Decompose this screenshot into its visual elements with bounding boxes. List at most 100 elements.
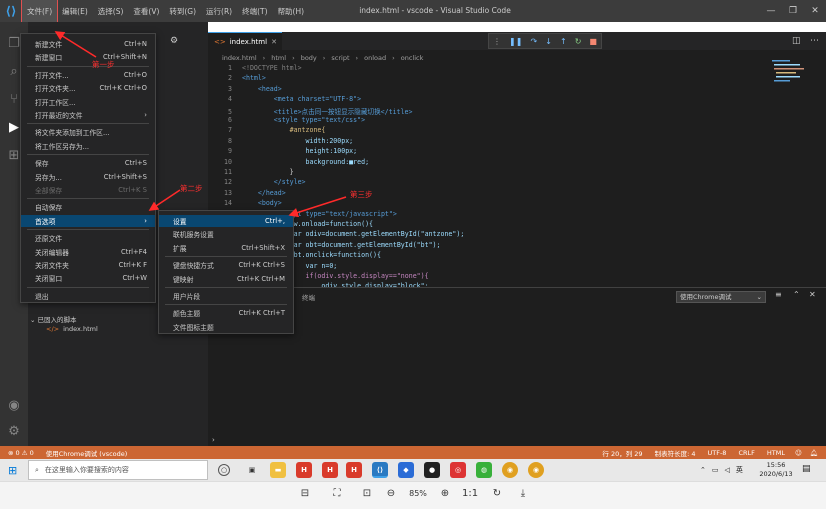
menu-item[interactable]: 关闭文件夹 Ctrl+K F [21,259,155,271]
menu-go[interactable]: 转到(G) [164,0,201,22]
code-line[interactable]: 6 <style type="text/css"> [212,116,365,126]
panel-close-icon[interactable]: ✕ [809,290,816,299]
code-line[interactable]: 13 </head> [212,189,286,199]
taskbar-search[interactable]: ⌕ 在这里输入你要搜索的内容 [28,460,208,480]
zoom-out-icon[interactable]: ⊖ [384,487,398,501]
status-encoding[interactable]: UTF-8 [707,449,726,457]
menu-item[interactable]: 新建窗口 Ctrl+Shift+N [21,51,155,63]
menu-item[interactable]: 关闭编辑器 Ctrl+F4 [21,246,155,258]
menu-item[interactable]: 打开文件... Ctrl+O [21,69,155,81]
wechat-icon[interactable]: ◍ [476,462,492,478]
clear-console-icon[interactable]: ≡ [775,290,782,299]
menu-item[interactable]: 将工作区另存为... [21,140,155,152]
code-line[interactable]: 14 <body> [212,199,282,209]
breadcrumb-item[interactable]: html [271,54,286,62]
code-line[interactable]: 4 <meta charset="UTF-8"> [212,95,361,105]
actual-size-icon[interactable]: ⊡ [360,487,374,501]
notifications-icon[interactable]: 🔔︎ [810,449,818,457]
taskbar-clock[interactable]: 15:56 2020/6/13 [756,461,796,479]
more-actions-icon[interactable]: ⋯ [810,36,819,46]
menu-item[interactable]: 打开文件夹... Ctrl+K Ctrl+O [21,82,155,94]
menu-item[interactable]: 全部保存 Ctrl+K S [21,184,155,196]
qq-icon[interactable]: ● [424,462,440,478]
feedback-icon[interactable]: ☺ [795,449,802,457]
menu-item[interactable]: 扩展 Ctrl+Shift+X [159,242,293,254]
status-language[interactable]: HTML [767,449,785,457]
menu-view[interactable]: 查看(V) [128,0,164,22]
menu-item[interactable]: 键盘快捷方式 Ctrl+K Ctrl+S [159,259,293,271]
menu-item[interactable]: 还原文件 [21,232,155,244]
drag-handle-icon[interactable]: ⋮ [493,37,501,46]
menu-help[interactable]: 帮助(H) [273,0,310,22]
tab-close-icon[interactable]: ✕ [271,38,277,46]
chrome-icon-2[interactable]: ◉ [528,462,544,478]
rotate-icon[interactable]: ↻ [490,487,504,501]
account-icon[interactable]: ◉ [6,398,22,414]
code-line[interactable]: 1 <!DOCTYPE html> [212,64,302,74]
code-line[interactable]: 5 <title>点击同一按钮显示隐藏切换</title> [212,106,412,116]
app-icon-red-1[interactable]: H [296,462,312,478]
code-line[interactable]: 10 background:■red; [212,158,369,168]
step-out-icon[interactable]: ↑ [560,37,567,46]
menu-item[interactable]: 退出 [21,290,155,302]
code-line[interactable]: 9 height:100px; [212,147,357,157]
menu-item[interactable]: 联机服务设置 [159,228,293,240]
step-over-icon[interactable]: ↷ [530,37,537,46]
fullscreen-icon[interactable]: ⛶ [330,487,344,501]
stop-icon[interactable]: ■ [589,37,597,46]
code-line[interactable]: 2 <html> [212,74,266,84]
breadcrumb-item[interactable]: script [331,54,349,62]
menu-item[interactable]: 保存 Ctrl+S [21,157,155,169]
menu-item[interactable]: 打开最近的文件 › [21,109,155,121]
menu-item[interactable]: 自动保存 [21,201,155,213]
menu-run[interactable]: 运行(R) [201,0,237,22]
menu-item[interactable]: 键映射 Ctrl+K Ctrl+M [159,273,293,285]
status-eol[interactable]: CRLF [738,449,754,457]
breadcrumb-item[interactable]: onload [364,54,386,62]
menu-item[interactable]: 文件图标主题 [159,321,293,333]
zoom-in-icon[interactable]: ⊕ [438,487,452,501]
menu-item[interactable]: 将文件夹添加到工作区... [21,126,155,138]
step-into-icon[interactable]: ↓ [545,37,552,46]
cortana-icon[interactable]: ○ [218,464,230,476]
code-line[interactable]: 11 } [212,168,294,178]
volume-icon[interactable]: ◁ [725,466,730,474]
breadcrumb-item[interactable]: body [301,54,317,62]
chrome-icon[interactable]: ◉ [502,462,518,478]
menu-terminal[interactable]: 终端(T) [237,0,272,22]
menu-item[interactable]: 新建文件 Ctrl+N [21,38,155,50]
menu-item[interactable]: 另存为... Ctrl+Shift+S [21,171,155,183]
netease-music-icon[interactable]: ◎ [450,462,466,478]
explorer-file-item[interactable]: </> index.html [46,325,98,333]
save-icon[interactable]: ⤓ [516,487,530,501]
open-editors-header[interactable]: ⌄ 已固入的脚本 [30,314,77,324]
split-editor-icon[interactable]: ◫ [792,36,801,46]
vscode-taskbar-icon[interactable]: ⟨⟩ [372,462,388,478]
close-icon[interactable]: ✕ [804,0,826,22]
app-icon-red-3[interactable]: H [346,462,362,478]
status-problems[interactable]: ⊗ 0 ⚠ 0 [8,449,34,457]
task-view-icon[interactable]: ▣ [244,462,260,478]
gear-icon[interactable]: ⚙ [170,36,178,46]
maximize-icon[interactable]: ❐ [782,0,804,22]
menu-item[interactable]: 首选项 › [21,214,155,227]
file-explorer-icon[interactable]: ▬ [270,462,286,478]
tab-index-html[interactable]: <> index.html ✕ [208,32,282,50]
panel-collapse-icon[interactable]: ⌃ [793,290,800,299]
code-line[interactable]: 12 </style> [212,178,305,188]
app-icon-blue[interactable]: ◆ [398,462,414,478]
status-debug[interactable]: 使用Chrome调试 (vscode) [46,448,128,458]
windows-start-icon[interactable]: ⊞ [8,464,17,477]
action-center-icon[interactable]: ▤ [802,464,811,474]
menu-item[interactable]: 设置 Ctrl+, [159,215,293,227]
menu-file[interactable]: 文件(F) [20,0,59,23]
breadcrumb-item[interactable]: index.html [222,54,257,62]
code-line[interactable]: 7 #antzone{ [212,126,325,136]
network-icon[interactable]: ▭ [712,466,719,474]
menu-edit[interactable]: 编辑(E) [57,0,93,22]
status-indent[interactable]: 制表符长度: 4 [655,448,696,458]
menu-item[interactable]: 打开工作区... [21,96,155,108]
one-to-one-icon[interactable]: 1:1 [462,487,478,501]
menu-selection[interactable]: 选择(S) [93,0,129,22]
code-line[interactable]: 3 <head> [212,85,282,95]
